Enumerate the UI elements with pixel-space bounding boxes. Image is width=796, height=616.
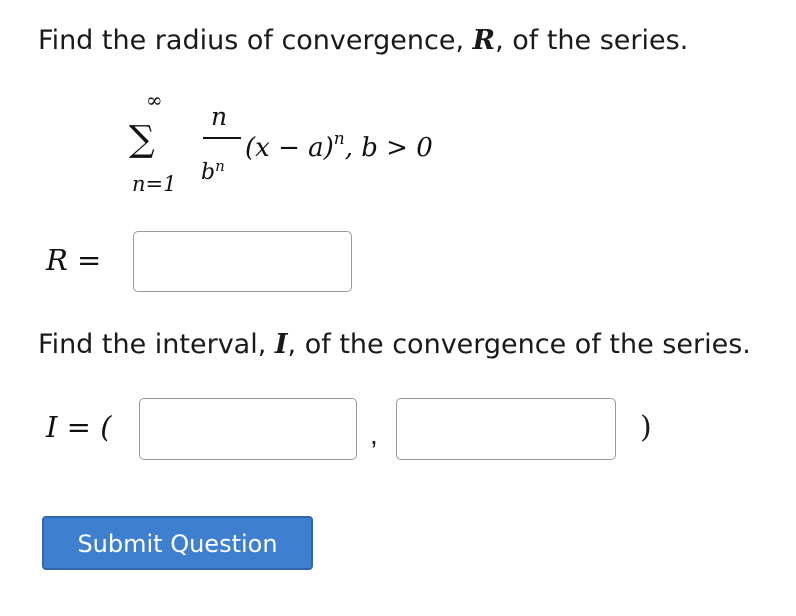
- fraction-numerator: n: [211, 102, 228, 131]
- interval-separator: ,: [370, 419, 378, 450]
- radius-input[interactable]: [133, 231, 352, 292]
- sum-lower-limit: n=1: [132, 172, 177, 196]
- sum-upper-limit: ∞: [146, 88, 163, 112]
- radius-label: R =: [46, 243, 102, 277]
- variable-i: I: [274, 329, 288, 360]
- interval-upper-input[interactable]: [396, 398, 616, 460]
- fraction-denominator: bn: [201, 152, 225, 187]
- question-interval-prompt: Find the interval, I, of the convergence…: [38, 328, 751, 362]
- interval-label: I = (: [46, 410, 112, 444]
- prompt-text: , of the series.: [495, 25, 689, 56]
- fraction-bar: [203, 137, 241, 139]
- interval-close-paren: ): [640, 410, 652, 445]
- prompt-text: Find the radius of convergence,: [38, 25, 473, 56]
- denominator-base: b: [201, 160, 216, 185]
- series-term: (x − a): [245, 133, 334, 163]
- variable-r: R: [472, 25, 496, 56]
- series-condition: , b > 0: [344, 133, 433, 163]
- interval-lower-input[interactable]: [139, 398, 357, 460]
- prompt-text: Find the interval,: [38, 329, 275, 360]
- submit-question-button[interactable]: Submit Question: [42, 516, 313, 570]
- series-term-exponent: n: [333, 129, 345, 149]
- summation-symbol: ∑: [129, 119, 155, 160]
- series-body: (x − a)n, b > 0: [245, 122, 433, 165]
- prompt-text: , of the convergence of the series.: [287, 329, 751, 360]
- denominator-exponent: n: [215, 157, 225, 175]
- question-radius-prompt: Find the radius of convergence, R, of th…: [38, 24, 688, 58]
